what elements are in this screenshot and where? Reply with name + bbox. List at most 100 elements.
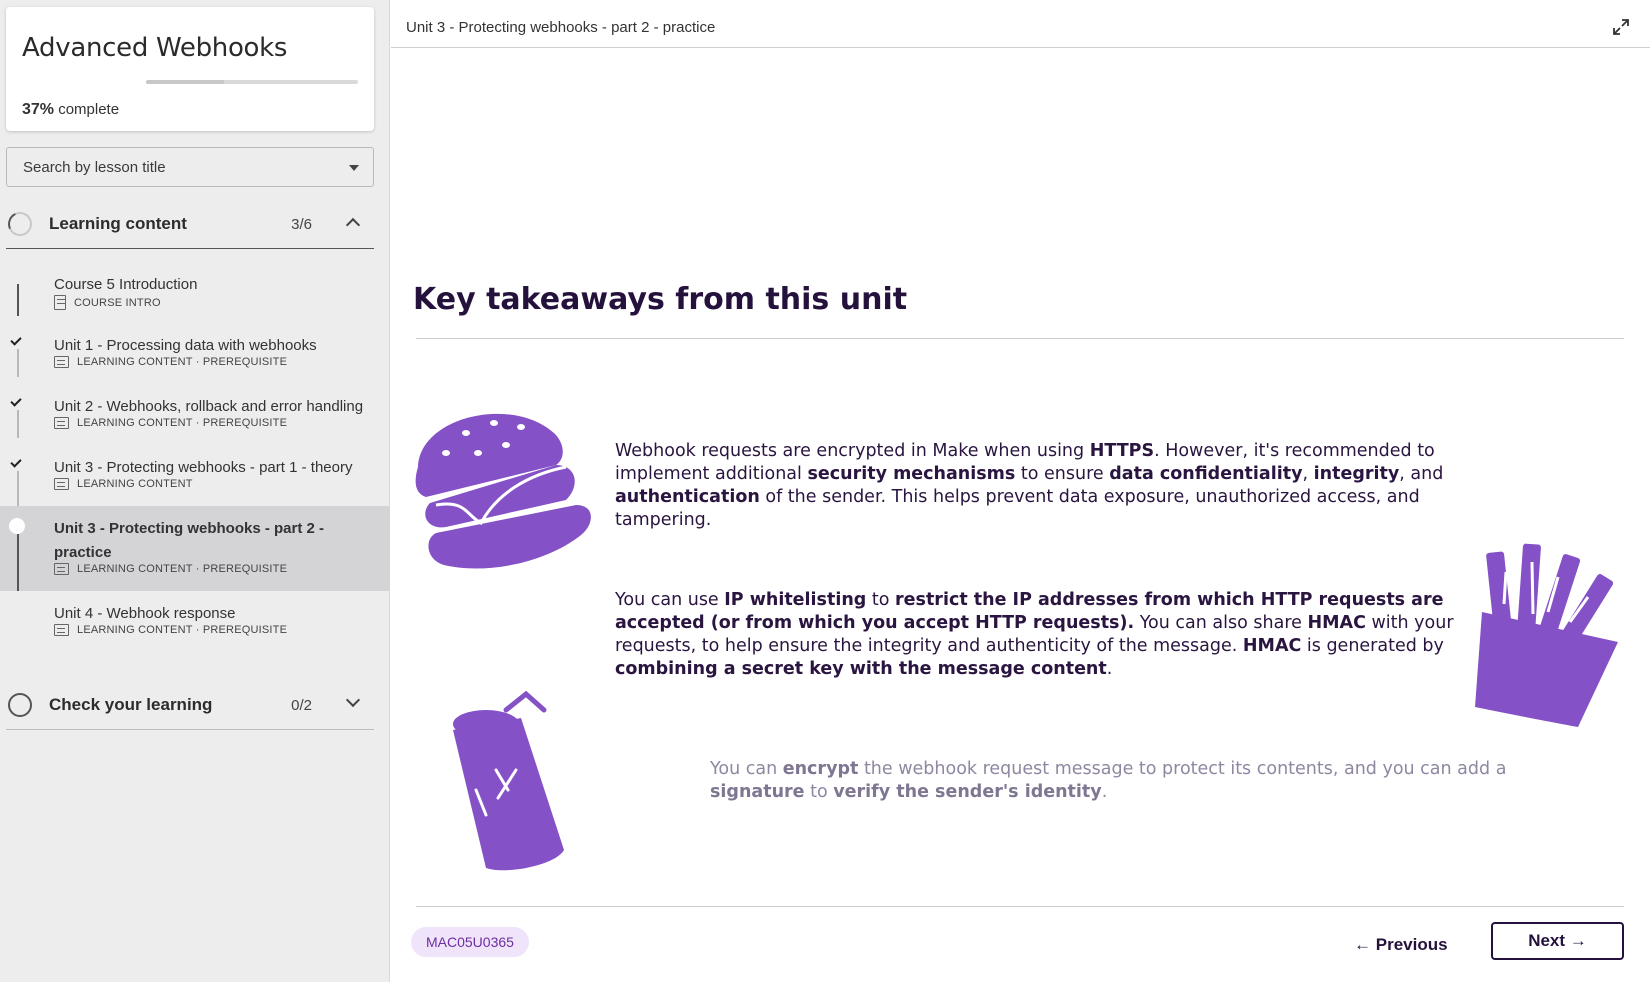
- lesson-item[interactable]: Unit 1 - Processing data with webhooks L…: [0, 323, 390, 384]
- progress-connector: [17, 410, 19, 438]
- lesson-meta: LEARNING CONTENT · PREREQUISITE: [54, 624, 287, 636]
- soda-cup-illustration: [453, 690, 564, 871]
- check-icon: [10, 456, 22, 468]
- lesson-item-active[interactable]: Unit 3 - Protecting webhooks - part 2 - …: [0, 506, 390, 591]
- section-count: 0/2: [291, 697, 312, 714]
- lesson-list: Course 5 Introduction COURSE INTRO Unit …: [0, 262, 390, 652]
- emphasis-text: data confidentiality: [1109, 464, 1303, 484]
- paragraph-text: You can: [710, 759, 783, 779]
- arrow-left-icon: ←: [1354, 935, 1371, 954]
- progress-suffix: complete: [58, 101, 120, 118]
- progress-connector: [17, 349, 19, 377]
- lesson-meta: LEARNING CONTENT · PREREQUISITE: [54, 563, 287, 575]
- emphasis-text: HMAC: [1242, 636, 1302, 656]
- burger-illustration: [415, 413, 591, 569]
- check-icon: [10, 334, 22, 346]
- takeaway-paragraph-2: You can use IP whitelisting to restrict …: [615, 589, 1465, 681]
- progress-connector: [17, 471, 19, 506]
- section-learning-content[interactable]: Learning content 3/6: [4, 199, 374, 249]
- progress-connector: [17, 284, 19, 316]
- emphasis-text: integrity: [1313, 464, 1400, 484]
- paragraph-text: ,: [1302, 464, 1314, 484]
- page-title: Key takeaways from this unit: [413, 282, 908, 317]
- chevron-down-icon[interactable]: [345, 692, 361, 708]
- arrow-right-icon: →: [1569, 931, 1587, 950]
- lesson-item[interactable]: Unit 2 - Webhooks, rollback and error ha…: [0, 384, 390, 445]
- paragraph-text: You can use: [615, 590, 725, 610]
- lesson-item[interactable]: Course 5 Introduction COURSE INTRO: [0, 262, 390, 323]
- search-placeholder: Search by lesson title: [23, 159, 166, 176]
- chevron-up-icon[interactable]: [345, 217, 361, 233]
- divider: [416, 338, 1624, 339]
- course-progress-bar: [146, 80, 358, 84]
- previous-button[interactable]: ← Previous: [1354, 928, 1474, 962]
- lesson-meta-text: LEARNING CONTENT · PREREQUISITE: [77, 356, 288, 368]
- paragraph-text: .: [1101, 782, 1108, 802]
- progress-percent: 37%: [22, 101, 55, 118]
- lesson-title: Course 5 Introduction: [54, 276, 198, 293]
- next-label: Next: [1528, 931, 1566, 950]
- lesson-title: Unit 1 - Processing data with webhooks: [54, 337, 317, 354]
- paragraph-text: .: [1106, 659, 1113, 679]
- lesson-meta: LEARNING CONTENT · PREREQUISITE: [54, 417, 287, 429]
- paragraph-text: , and: [1399, 464, 1444, 484]
- section-count: 3/6: [291, 216, 312, 233]
- emphasis-text: signature: [710, 782, 805, 802]
- emphasis-text: authentication: [615, 487, 760, 507]
- slides-icon: [54, 356, 69, 368]
- takeaway-paragraph-3: You can encrypt the webhook request mess…: [710, 758, 1540, 804]
- lesson-meta-text: LEARNING CONTENT · PREREQUISITE: [77, 563, 288, 575]
- progress-ring-icon: [4, 208, 36, 240]
- takeaway-paragraph-1: Webhook requests are encrypted in Make w…: [615, 440, 1465, 532]
- emphasis-text: verify the sender's identity: [833, 782, 1102, 802]
- check-icon: [10, 395, 22, 407]
- course-card: Advanced Webhooks 37% complete: [6, 7, 374, 131]
- breadcrumb: Unit 3 - Protecting webhooks - part 2 - …: [406, 19, 716, 36]
- lesson-meta-text: COURSE INTRO: [74, 296, 161, 309]
- lesson-title: Unit 3 - Protecting webhooks - part 2 - …: [54, 520, 325, 561]
- emphasis-text: HTTPS: [1089, 441, 1155, 461]
- document-icon: [54, 295, 66, 310]
- caret-down-icon: [349, 165, 359, 171]
- lesson-meta: LEARNING CONTENT · PREREQUISITE: [54, 356, 287, 368]
- lesson-search-select[interactable]: Search by lesson title: [6, 147, 374, 187]
- paragraph-text: You can also share: [1134, 613, 1308, 633]
- section-title: Check your learning: [49, 695, 213, 714]
- fries-illustration: [1475, 543, 1618, 727]
- paragraph-text: is generated by: [1301, 636, 1444, 656]
- slides-icon: [54, 478, 69, 490]
- status-circle-icon: [9, 518, 25, 534]
- course-sidebar: Advanced Webhooks 37% complete Search by…: [0, 0, 390, 982]
- course-progress-fill: [146, 80, 225, 84]
- expand-icon[interactable]: [1612, 18, 1630, 36]
- next-button[interactable]: Next →: [1491, 922, 1624, 960]
- paragraph-text: the webhook request message to protect i…: [858, 759, 1507, 779]
- paragraph-text: to: [804, 782, 834, 802]
- lesson-meta-text: LEARNING CONTENT: [77, 478, 193, 490]
- lesson-code-badge: MAC05U0365: [411, 927, 529, 957]
- lesson-item[interactable]: Unit 4 - Webhook response LEARNING CONTE…: [0, 591, 390, 652]
- lesson-meta: LEARNING CONTENT: [54, 478, 193, 490]
- paragraph-text: to: [866, 590, 896, 610]
- lesson-title: Unit 2 - Webhooks, rollback and error ha…: [54, 398, 364, 415]
- progress-ring-icon: [8, 693, 32, 717]
- paragraph-text: to ensure: [1015, 464, 1110, 484]
- course-progress-text: 37% complete: [22, 101, 119, 119]
- section-title: Learning content: [49, 214, 187, 233]
- emphasis-text: HMAC: [1307, 613, 1366, 633]
- slides-icon: [54, 624, 69, 636]
- previous-label: Previous: [1375, 935, 1448, 954]
- lesson-meta: COURSE INTRO: [54, 295, 161, 310]
- emphasis-text: security mechanisms: [807, 464, 1016, 484]
- lesson-meta-text: LEARNING CONTENT · PREREQUISITE: [77, 417, 288, 429]
- divider: [416, 906, 1624, 907]
- lesson-item[interactable]: Unit 3 - Protecting webhooks - part 1 - …: [0, 445, 390, 506]
- emphasis-text: encrypt: [782, 759, 859, 779]
- course-title: Advanced Webhooks: [22, 33, 288, 63]
- lesson-meta-text: LEARNING CONTENT · PREREQUISITE: [77, 624, 288, 636]
- emphasis-text: combining a secret key with the message …: [615, 659, 1107, 679]
- lesson-title: Unit 3 - Protecting webhooks - part 1 - …: [54, 459, 353, 476]
- lesson-title: Unit 4 - Webhook response: [54, 605, 236, 622]
- emphasis-text: IP whitelisting: [724, 590, 867, 610]
- section-check-your-learning[interactable]: Check your learning 0/2: [6, 680, 374, 730]
